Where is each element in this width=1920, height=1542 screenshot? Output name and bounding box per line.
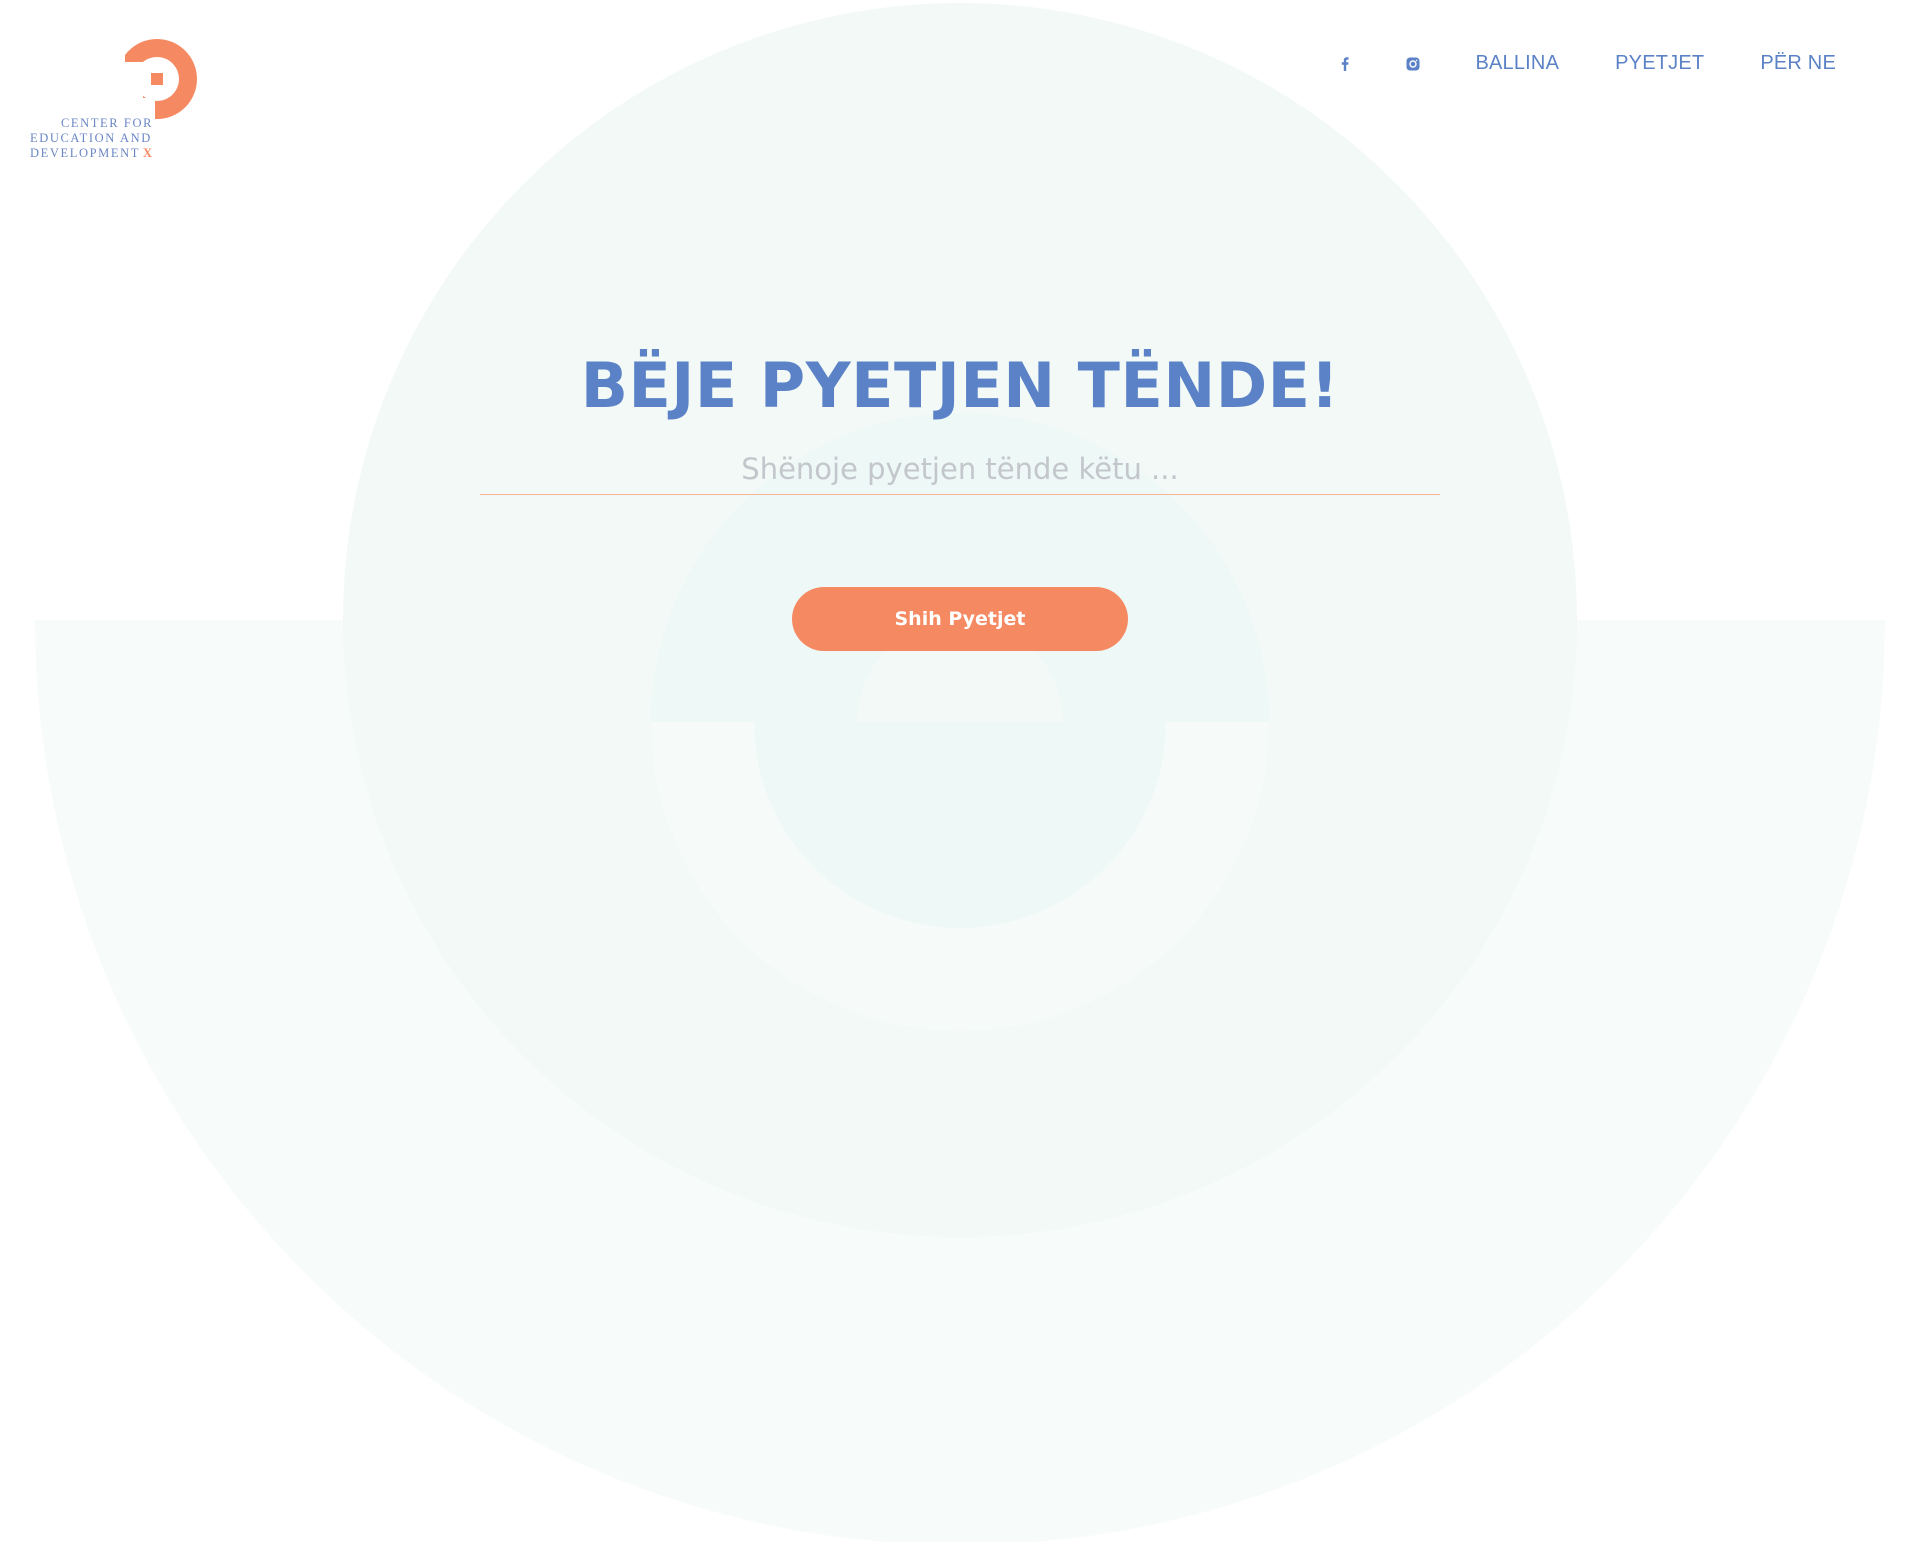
logo-line-1: CENTER FOR bbox=[61, 116, 154, 130]
logo-line-3: DEVELOPMENT X bbox=[30, 146, 190, 161]
see-questions-button[interactable]: Shih Pyetjet bbox=[792, 587, 1128, 651]
hero-title: BËJE PYETJEN TËNDE! bbox=[580, 349, 1340, 422]
background-arc-graphic bbox=[35, 3, 1885, 1542]
hero-section: BËJE PYETJEN TËNDE! Shih Pyetjet bbox=[0, 346, 1920, 651]
logo-line-2: EDUCATION AND bbox=[30, 131, 152, 145]
page: CENTER FOR EDUCATION AND DEVELOPMENT X BA… bbox=[0, 0, 1920, 1542]
main-nav: BALLINA PYETJET PËR NE bbox=[1337, 52, 1836, 75]
logo-wordmark: CENTER FOR EDUCATION AND DEVELOPMENT X bbox=[30, 116, 190, 161]
logo-line-3-text: DEVELOPMENT bbox=[30, 146, 140, 160]
question-input[interactable] bbox=[480, 448, 1440, 495]
nav-link-pyetjet[interactable]: PYETJET bbox=[1615, 52, 1704, 75]
facebook-icon bbox=[1342, 56, 1350, 71]
site-header: CENTER FOR EDUCATION AND DEVELOPMENT X BA… bbox=[0, 0, 1920, 180]
nav-link-per-ne[interactable]: PËR NE bbox=[1760, 52, 1836, 75]
instagram-link[interactable] bbox=[1405, 56, 1421, 72]
brand-logo[interactable]: CENTER FOR EDUCATION AND DEVELOPMENT X bbox=[30, 36, 210, 162]
facebook-link[interactable] bbox=[1337, 56, 1353, 72]
logo-x-mark: X bbox=[142, 146, 154, 160]
question-field-wrap bbox=[480, 448, 1440, 495]
nav-link-ballina[interactable]: BALLINA bbox=[1475, 52, 1559, 75]
instagram-icon bbox=[1406, 57, 1420, 70]
